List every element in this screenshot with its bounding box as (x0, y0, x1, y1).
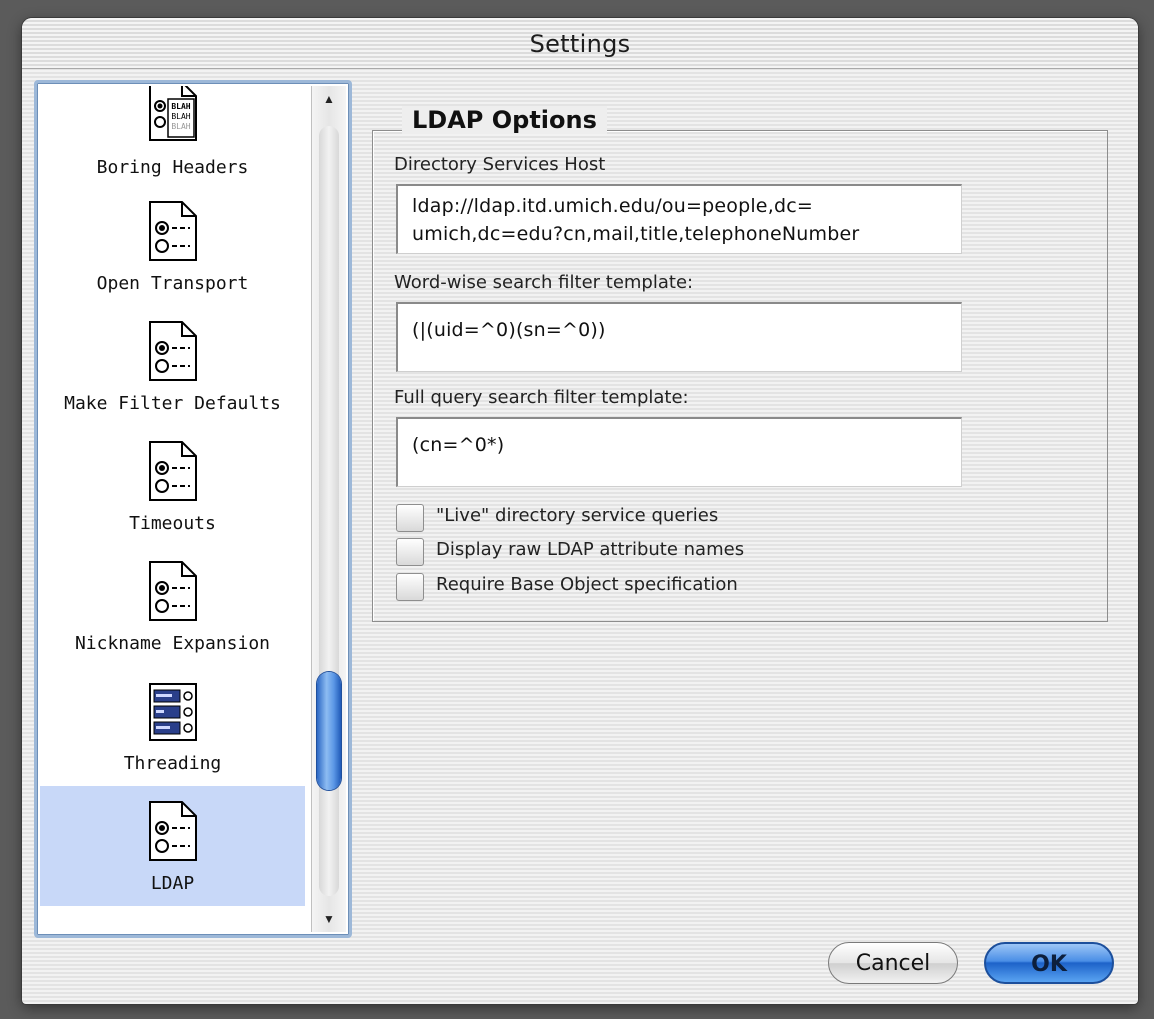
wordwise-label: Word-wise search filter template: (394, 272, 694, 293)
vertical-scrollbar[interactable]: ▲ ▼ (311, 86, 346, 932)
svg-text:BLAH: BLAH (171, 112, 190, 121)
sidebar-item-boring-headers[interactable]: BLAH BLAH BLAH Boring Headers (40, 86, 305, 186)
radio-options-document-icon (148, 321, 197, 381)
directory-host-field[interactable]: ldap://ldap.itd.umich.edu/ou=people,dc= … (396, 184, 962, 254)
checkbox-label: Require Base Object specification (436, 574, 738, 595)
settings-window: Settings BLAH BLAH BLAH Boring Headers O… (22, 18, 1138, 1004)
sidebar-item-ldap[interactable]: LDAP (40, 786, 305, 906)
scroll-thumb[interactable] (317, 672, 341, 790)
require-base-object-checkbox[interactable] (396, 573, 424, 601)
host-value-line2: umich,dc=edu?cn,mail,title,telephoneNumb… (412, 223, 860, 245)
sidebar-item-label: LDAP (150, 873, 195, 894)
sidebar-item-label: Threading (123, 753, 222, 774)
host-value-line1: ldap://ldap.itd.umich.edu/ou=people,dc= (412, 195, 813, 217)
sidebar-item-open-transport[interactable]: Open Transport (40, 186, 305, 306)
svg-text:BLAH: BLAH (171, 122, 190, 131)
sidebar-item-timeouts[interactable]: Timeouts (40, 426, 305, 546)
group-title: LDAP Options (402, 106, 607, 134)
radio-options-document-icon (148, 561, 197, 621)
sidebar-item-nickname-expansion[interactable]: Nickname Expansion (40, 546, 305, 666)
checkbox-label: "Live" directory service queries (436, 505, 719, 526)
blah-document-icon: BLAH BLAH BLAH (148, 86, 197, 141)
scroll-down-arrow-icon[interactable]: ▼ (312, 906, 346, 932)
wordwise-filter-field[interactable]: (|(uid=^0)(sn=^0)) (396, 302, 962, 372)
raw-ldap-names-checkbox[interactable] (396, 538, 424, 566)
window-title: Settings (529, 30, 631, 58)
title-bar[interactable]: Settings (22, 18, 1138, 69)
sidebar-item-threading[interactable]: Threading (40, 666, 305, 786)
threading-panel-icon (148, 683, 197, 741)
live-queries-checkbox[interactable] (396, 504, 424, 532)
category-list-viewport: BLAH BLAH BLAH Boring Headers Open Trans… (40, 86, 305, 932)
sidebar-item-make-filter-defaults[interactable]: Make Filter Defaults (40, 306, 305, 426)
fullquery-label: Full query search filter template: (394, 387, 689, 408)
radio-options-document-icon (148, 201, 197, 261)
sidebar-item-label: Nickname Expansion (74, 633, 271, 654)
scroll-up-arrow-icon[interactable]: ▲ (312, 86, 346, 112)
sidebar-item-label: Timeouts (129, 513, 216, 534)
settings-category-list[interactable]: BLAH BLAH BLAH Boring Headers Open Trans… (34, 80, 352, 938)
sidebar-item-label: Open Transport (96, 273, 249, 294)
checkbox-label: Display raw LDAP attribute names (436, 539, 745, 560)
radio-options-document-icon (148, 801, 197, 861)
radio-options-document-icon (148, 441, 197, 501)
wordwise-value: (|(uid=^0)(sn=^0)) (412, 319, 606, 341)
fullquery-filter-field[interactable]: (cn=^0*) (396, 417, 962, 487)
sidebar-item-label: Boring Headers (96, 157, 249, 178)
host-label: Directory Services Host (394, 154, 606, 175)
svg-text:BLAH: BLAH (171, 102, 190, 111)
cancel-button[interactable]: Cancel (828, 942, 958, 984)
ok-button[interactable]: OK (984, 942, 1114, 984)
sidebar-item-label: Make Filter Defaults (64, 393, 281, 414)
fullquery-value: (cn=^0*) (412, 434, 505, 456)
